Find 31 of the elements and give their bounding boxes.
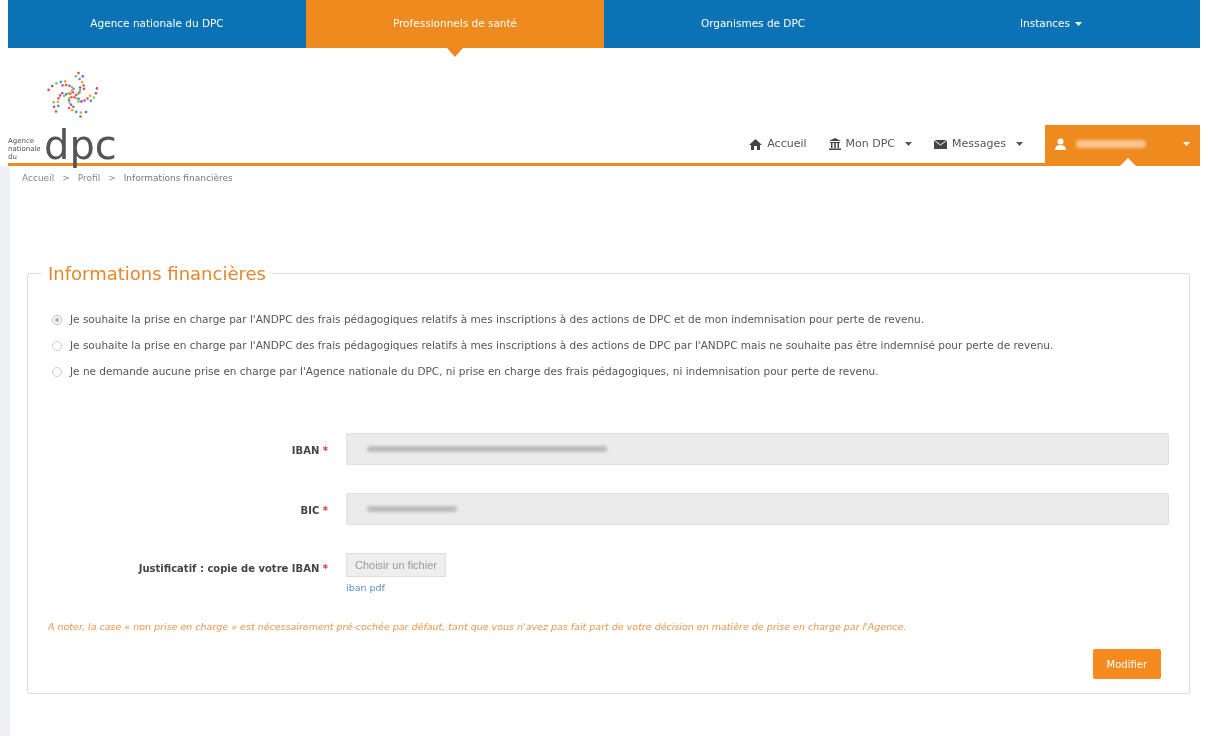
home-icon bbox=[749, 138, 763, 150]
redacted-name bbox=[1076, 140, 1146, 148]
user-menu-button[interactable] bbox=[1045, 125, 1200, 163]
breadcrumb-item[interactable]: Profil bbox=[77, 172, 101, 186]
radio-button[interactable] bbox=[52, 341, 62, 351]
breadcrumb-item: Informations financières bbox=[123, 172, 233, 186]
nav-link[interactable]: Messages bbox=[934, 135, 1023, 153]
section-title: Informations financières bbox=[47, 262, 267, 286]
logo-wordmark: dpc bbox=[44, 121, 117, 169]
nav-link[interactable]: Mon DPC bbox=[828, 135, 913, 153]
bank-icon bbox=[828, 138, 841, 150]
option-label: Je ne demande aucune prise en charge par l'Agence nationale du DPC, ni prise en charge des frais pédagogiques, ni indemnisation pour perte de revenu. bbox=[70, 364, 879, 379]
field-label: IBAN * bbox=[290, 444, 328, 458]
menu-pointer bbox=[1120, 158, 1136, 166]
radio-button[interactable] bbox=[52, 315, 62, 325]
tab-pointer bbox=[447, 48, 463, 57]
radio-button[interactable] bbox=[52, 367, 62, 377]
input-field[interactable] bbox=[346, 433, 1169, 465]
nav-link[interactable]: Accueil bbox=[749, 135, 807, 153]
breadcrumb-item[interactable]: Accueil bbox=[22, 172, 55, 186]
field-label: BIC * bbox=[299, 504, 328, 518]
breadcrumb-separator: > bbox=[62, 172, 70, 186]
file-link[interactable]: iban pdf bbox=[346, 581, 446, 596]
field-label: Justificatif : copie de votre IBAN * bbox=[137, 562, 328, 576]
mail-icon bbox=[934, 139, 948, 149]
user-icon bbox=[1055, 138, 1066, 150]
option-label: Je souhaite la prise en charge par l'ANDPC des frais pédagogiques relatifs à mes inscriptions à des actions de DPC et de mon indemnisation pour perte de revenu. bbox=[70, 312, 925, 327]
input-field[interactable] bbox=[346, 493, 1169, 525]
option-label: Je souhaite la prise en charge par l'ANDPC des frais pédagogiques relatifs à mes inscriptions à des actions de DPC par l'ANDPC mais ne souhaite pas être indemnisé pour perte de revenu. bbox=[70, 338, 1054, 353]
breadcrumb-separator: > bbox=[108, 172, 116, 186]
info-note: A noter, la case « non prise en charge » est nécessairement pré-cochée par défaut, tant que vous n'avez pas fait part de votre décision en matière de prise en charge par l'Agence. bbox=[48, 620, 908, 635]
